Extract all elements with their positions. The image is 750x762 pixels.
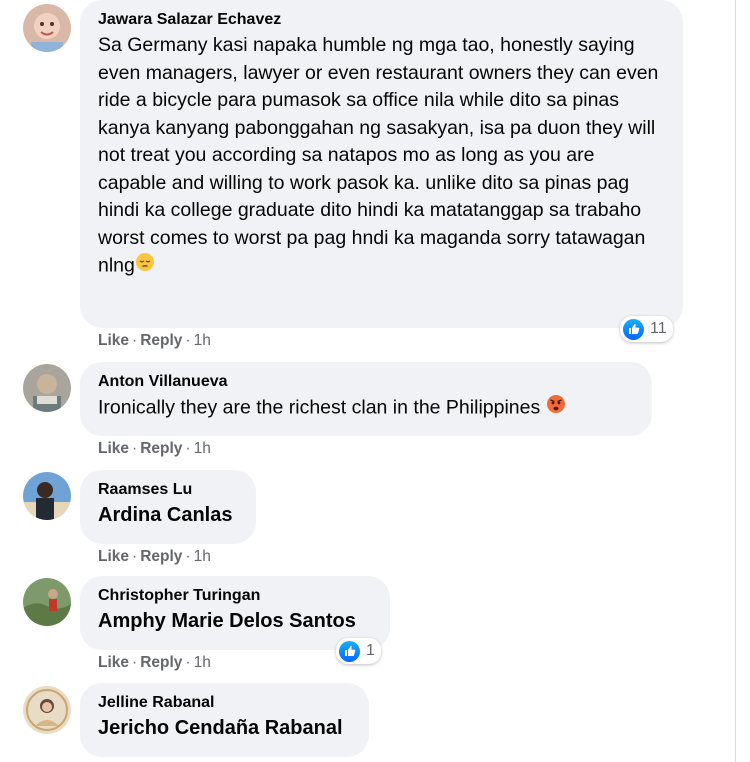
thumbs-up-icon	[623, 318, 644, 340]
comment-author[interactable]: Christopher Turingan	[98, 586, 372, 606]
comment-author[interactable]: Anton Villanueva	[98, 372, 634, 392]
avatar[interactable]	[23, 364, 71, 412]
reaction-count: 1	[366, 642, 375, 659]
comment-text: Sa Germany kasi napaka humble ng mga tao…	[98, 32, 665, 281]
pensive-face-emoji	[135, 252, 155, 281]
comment-author[interactable]: Jelline Rabanal	[98, 693, 351, 713]
thumbs-up-icon	[339, 640, 360, 662]
comment-timestamp[interactable]: 1h	[194, 548, 211, 565]
comment-timestamp[interactable]: 1h	[194, 332, 211, 349]
page-right-edge	[735, 0, 750, 762]
reaction-badge[interactable]: 1	[336, 638, 381, 664]
comment-timestamp[interactable]: 1h	[194, 440, 211, 457]
comment-actions: Like · Reply · 1h	[98, 440, 211, 457]
comment-text: Ironically they are the richest clan in …	[98, 394, 634, 423]
like-button[interactable]: Like	[98, 440, 129, 457]
reply-button[interactable]: Reply	[140, 548, 182, 565]
comment-actions: Like · Reply · 1h	[98, 332, 211, 349]
reply-button[interactable]: Reply	[140, 440, 182, 457]
like-button[interactable]: Like	[98, 332, 129, 349]
comment-bubble: Jelline Rabanal Jericho Cendaña Rabanal	[80, 683, 369, 757]
comment-bubble: Anton Villanueva Ironically they are the…	[80, 362, 652, 436]
reply-button[interactable]: Reply	[140, 654, 182, 671]
comment-bubble: Jawara Salazar Echavez Sa Germany kasi n…	[80, 0, 683, 328]
avatar[interactable]	[23, 472, 71, 520]
comment-bubble: Raamses Lu Ardina Canlas	[80, 470, 256, 544]
comment-author[interactable]: Raamses Lu	[98, 480, 238, 500]
avatar[interactable]	[23, 686, 71, 734]
comment-timestamp[interactable]: 1h	[194, 654, 211, 671]
tagged-user-link[interactable]: Amphy Marie Delos Santos	[98, 608, 372, 636]
like-button[interactable]: Like	[98, 654, 129, 671]
reply-button[interactable]: Reply	[140, 332, 182, 349]
tagged-user-link[interactable]: Jericho Cendaña Rabanal	[98, 715, 351, 743]
tagged-user-link[interactable]: Ardina Canlas	[98, 502, 238, 530]
like-button[interactable]: Like	[98, 548, 129, 565]
reaction-count: 11	[650, 320, 667, 337]
angry-face-emoji	[546, 394, 566, 423]
avatar[interactable]	[23, 4, 71, 52]
comment-actions: Like · Reply · 1h	[98, 548, 211, 565]
avatar[interactable]	[23, 578, 71, 626]
reaction-badge[interactable]: 11	[620, 316, 673, 342]
comment-author[interactable]: Jawara Salazar Echavez	[98, 10, 665, 30]
comment-actions: Like · Reply · 1h	[98, 654, 211, 671]
